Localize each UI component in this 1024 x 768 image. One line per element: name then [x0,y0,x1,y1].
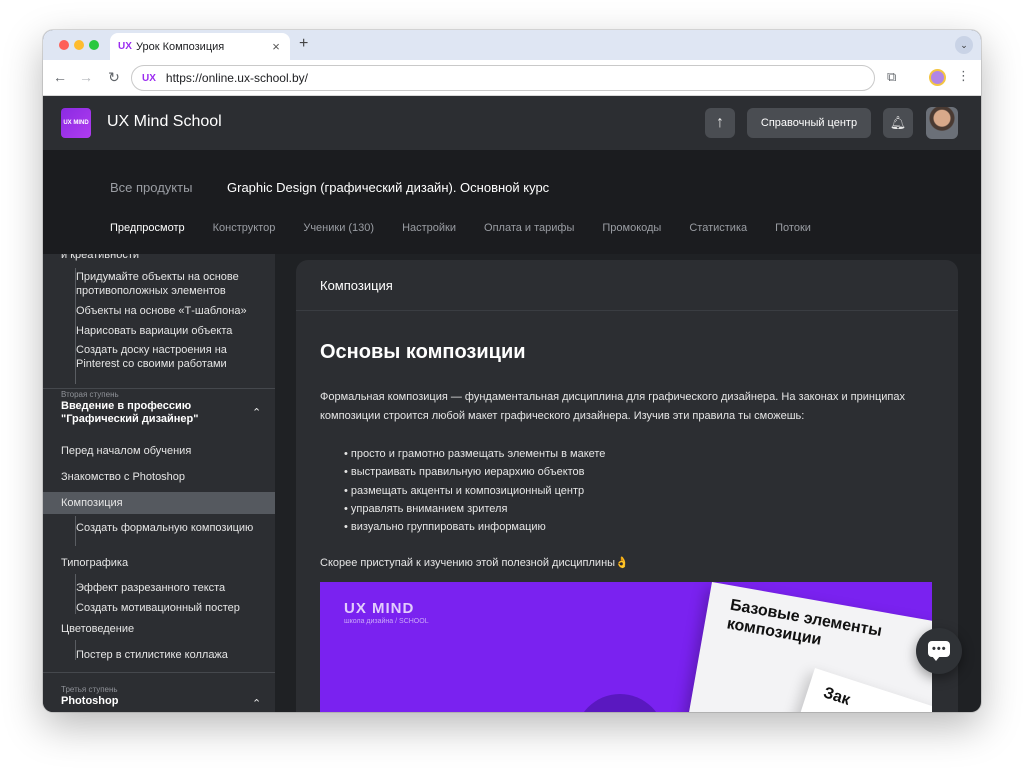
all-products-link[interactable]: Все продукты [110,180,192,195]
cta-text: Скорее приступай к изучению этой полезно… [320,557,629,569]
chevron-up-icon[interactable]: ⌃ [252,697,261,710]
tab-preview[interactable]: Предпросмотр [110,222,185,234]
school-logo[interactable]: UX MIND [61,108,91,138]
lesson-item[interactable]: Эффект разрезанного текста [76,581,266,595]
sidebar-item-before-start[interactable]: Перед началом обучения [61,444,261,458]
tab-streams[interactable]: Потоки [775,222,811,234]
divider [43,388,275,389]
lesson-banner-image: UX MIND школа дизайна / SCHOOL Базовые э… [320,582,932,712]
lesson-item[interactable]: Объекты на основе «Т-шаблона» [76,304,266,318]
tab-payment[interactable]: Оплата и тарифы [484,222,574,234]
reload-button[interactable]: ↻ [105,69,123,86]
browser-toolbar: ← → ↻ UX https://online.ux-school.by/ ⧉ … [43,60,981,96]
sidebar-item-photoshop-intro[interactable]: Знакомство с Photoshop [61,470,261,484]
browser-profile-icon[interactable] [929,69,946,86]
divider [296,310,958,311]
tab-search-button[interactable]: ⌄ [955,36,973,54]
lesson-item[interactable]: Постер в стилистике коллажа [76,648,266,662]
site-favicon-icon: UX [142,72,156,84]
back-button[interactable]: ← [51,69,69,85]
skills-list: • просто и грамотно размещать элементы в… [344,445,605,536]
banner-card2-text: Зак [821,684,853,709]
new-tab-button[interactable]: + [299,35,308,53]
tab-favicon-icon: UX [118,41,132,52]
stage-title[interactable]: Photoshop [61,695,231,708]
page-title: Основы композиции [320,341,526,363]
lesson-sidebar[interactable]: и креативности Придумайте объекты на осн… [43,254,275,712]
banner-logo: UX MIND [344,600,415,617]
lesson-item[interactable]: Придумайте объекты на основе противополо… [76,270,266,298]
address-bar[interactable]: UX https://online.ux-school.by/ [131,65,875,91]
stage-title[interactable]: Введение в профессию "Графический дизайн… [61,400,231,426]
avatar[interactable] [926,107,958,139]
tab-close-icon[interactable]: × [270,39,282,54]
forward-button[interactable]: → [77,69,95,85]
sidebar-cut-item[interactable]: и креативности [61,254,261,262]
tab-promocodes[interactable]: Промокоды [602,222,661,234]
product-bar: Все продукты Graphic Design (графический… [43,150,981,254]
tab-statistics[interactable]: Статистика [689,222,747,234]
tab-settings[interactable]: Настройки [402,222,456,234]
sidebar-item-composition[interactable]: Композиция [61,496,261,510]
maximize-window-button[interactable] [89,40,99,50]
intro-paragraph: Формальная композиция — фундаментальная … [320,391,905,422]
list-item: • выстраивать правильную иерархию объект… [344,466,585,479]
chat-bubble-icon: ••• [928,641,950,661]
tab-strip: UX Урок Композиция × + ⌄ [43,30,981,60]
url-text[interactable]: https://online.ux-school.by/ [166,71,308,85]
banner-circle [575,694,665,712]
sidebar-item-typography[interactable]: Типографика [61,556,261,570]
lesson-header: Композиция [320,278,393,293]
course-tabs: Предпросмотр Конструктор Ученики (130) Н… [110,222,839,234]
bell-icon[interactable]: 🔔︎ [883,108,913,138]
chat-dots-icon: ••• [932,643,947,655]
stage-label: Вторая ступень [61,390,119,399]
lesson-item[interactable]: Нарисовать вариации объекта [76,324,266,338]
course-title: Graphic Design (графический дизайн). Осн… [227,180,550,195]
tab-students[interactable]: Ученики (130) [303,222,374,234]
lesson-item[interactable]: Создать доску настроения на Pinterest со… [76,343,266,371]
brand-name: UX Mind School [107,113,222,130]
browser-tab[interactable]: UX Урок Композиция × [110,33,290,60]
list-item: • размещать акценты и композиционный цен… [344,484,585,497]
divider [43,672,275,673]
extensions-icon[interactable]: ⧉ [887,69,896,85]
list-item: • визуально группировать информацию [344,521,546,534]
banner-logo-sub: школа дизайна / SCHOOL [344,618,429,625]
lesson-item[interactable]: Создать мотивационный постер [76,601,266,615]
upload-icon[interactable]: ↑ [705,108,735,138]
tab-constructor[interactable]: Конструктор [213,222,276,234]
list-item: • просто и грамотно размещать элементы в… [344,448,606,460]
chat-button[interactable]: ••• [916,628,962,674]
sidebar-item-color[interactable]: Цветоведение [61,622,261,636]
stage-label: Третья ступень [61,685,118,694]
browser-window: UX Урок Композиция × + ⌄ ← → ↻ UX https:… [43,30,981,712]
lesson-item[interactable]: Создать формальную композицию [76,521,256,535]
chevron-up-icon[interactable]: ⌃ [252,406,261,419]
close-window-button[interactable] [59,40,69,50]
app-header: UX MIND UX Mind School ↑ Справочный цент… [43,96,981,150]
banner-card-title: Базовые элементы композиции [725,596,884,649]
minimize-window-button[interactable] [74,40,84,50]
list-item: • управлять вниманием зрителя [344,502,508,515]
lesson-content: Композиция Основы композиции Формальная … [296,260,958,712]
browser-menu-icon[interactable]: ⋮ [957,68,970,84]
help-center-button[interactable]: Справочный центр [747,108,871,138]
tab-title: Урок Композиция [136,40,225,53]
